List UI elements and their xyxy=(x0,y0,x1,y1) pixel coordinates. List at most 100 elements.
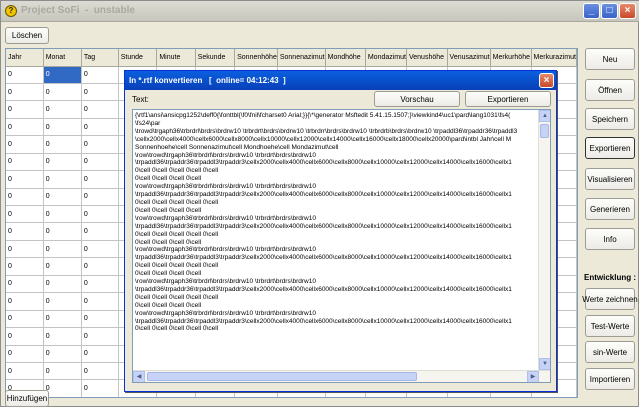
grid-cell[interactable]: 0 xyxy=(6,153,44,172)
grid-cell[interactable]: 0 xyxy=(6,275,44,294)
dialog-exportieren-button[interactable]: Exportieren xyxy=(465,91,551,107)
column-header[interactable]: Mondhöhe xyxy=(325,49,366,67)
grid-cell[interactable]: 0 xyxy=(43,135,82,154)
grid-cell[interactable]: 0 xyxy=(43,188,82,207)
window-title: Project SoFi - unstable xyxy=(21,5,135,16)
column-header[interactable]: Merkurazimut xyxy=(531,49,577,67)
column-header[interactable]: Sonnenhöhe xyxy=(234,49,278,67)
entwicklung-label: Entwicklung : xyxy=(584,273,636,282)
grid-cell[interactable]: 0 xyxy=(6,257,44,276)
grid-cell[interactable]: 0 xyxy=(6,292,44,311)
grid-cell[interactable]: 0 xyxy=(81,222,119,241)
grid-cell[interactable]: 0 xyxy=(6,345,44,363)
grid-cell[interactable]: 0 xyxy=(81,188,119,207)
grid-cell[interactable]: 0 xyxy=(6,310,44,329)
grid-cell[interactable]: 0 xyxy=(81,345,119,363)
generieren-button[interactable]: Generieren xyxy=(585,198,635,220)
scroll-left-icon[interactable]: ◀ xyxy=(133,371,145,382)
grid-cell[interactable]: 0 xyxy=(81,310,119,329)
grid-cell[interactable]: 0 xyxy=(43,100,82,119)
grid-cell[interactable]: 0 xyxy=(81,170,119,189)
grid-cell[interactable]: 0 xyxy=(43,362,82,381)
column-header[interactable]: Stunde xyxy=(118,49,158,67)
horizontal-scroll-thumb[interactable] xyxy=(147,372,417,381)
grid-cell[interactable]: 0 xyxy=(43,275,82,294)
grid-cell[interactable]: 0 xyxy=(81,153,119,172)
grid-cell[interactable]: 0 xyxy=(6,66,44,84)
grid-cell[interactable]: 0 xyxy=(6,170,44,189)
werte-zeichnen-button[interactable]: Werte zeichnen xyxy=(582,288,638,310)
grid-cell[interactable]: 0 xyxy=(43,66,82,84)
loeschen-button[interactable]: Löschen xyxy=(5,27,49,44)
column-header[interactable]: Merkurhöhe xyxy=(490,49,532,67)
scroll-down-icon[interactable]: ▼ xyxy=(539,358,550,370)
info-button[interactable]: Info xyxy=(585,228,635,250)
grid-cell[interactable]: 0 xyxy=(43,257,82,276)
grid-cell[interactable]: 0 xyxy=(81,83,119,102)
minimize-icon[interactable]: _ xyxy=(583,3,600,19)
scroll-right-icon[interactable]: ▶ xyxy=(527,371,539,382)
vertical-scroll-thumb[interactable] xyxy=(540,124,549,138)
grid-cell[interactable]: 0 xyxy=(43,310,82,329)
test-werte-button[interactable]: Test-Werte xyxy=(585,315,635,337)
grid-cell[interactable]: 0 xyxy=(43,240,82,259)
grid-cell[interactable]: 0 xyxy=(43,222,82,241)
grid-cell[interactable]: 0 xyxy=(6,135,44,154)
grid-cell[interactable]: 0 xyxy=(81,379,119,397)
column-header[interactable]: Minute xyxy=(156,49,196,67)
grid-cell[interactable]: 0 xyxy=(6,240,44,259)
grid-cell[interactable]: 0 xyxy=(43,292,82,311)
maximize-icon[interactable]: □ xyxy=(601,3,618,19)
rtf-textarea[interactable]: {\rtf1\ansi\ansicpg1252\deff0{\fonttbl{\… xyxy=(132,109,551,383)
grid-cell[interactable]: 0 xyxy=(81,240,119,259)
importieren-button[interactable]: Importieren xyxy=(585,368,635,390)
grid-cell[interactable]: 0 xyxy=(6,118,44,137)
column-header[interactable]: Jahr xyxy=(6,49,44,67)
scroll-up-icon[interactable]: ▲ xyxy=(539,110,550,122)
grid-cell[interactable]: 0 xyxy=(81,100,119,119)
grid-cell[interactable]: 0 xyxy=(6,327,44,346)
column-header[interactable]: Mondazimut xyxy=(365,49,407,67)
grid-cell[interactable]: 0 xyxy=(81,135,119,154)
grid-cell[interactable]: 0 xyxy=(81,205,119,224)
sin-werte-button[interactable]: sin-Werte xyxy=(585,341,635,363)
rtf-content: {\rtf1\ansi\ansicpg1252\deff0{\fonttbl{\… xyxy=(135,112,518,333)
vertical-scrollbar[interactable]: ▲ ▼ xyxy=(538,110,550,370)
visualisieren-button[interactable]: Visualisieren xyxy=(585,168,635,190)
grid-cell[interactable]: 0 xyxy=(6,83,44,102)
grid-cell[interactable]: 0 xyxy=(6,188,44,207)
grid-cell[interactable]: 0 xyxy=(6,362,44,381)
grid-cell[interactable]: 0 xyxy=(43,118,82,137)
grid-cell[interactable]: 0 xyxy=(81,275,119,294)
grid-cell[interactable]: 0 xyxy=(43,83,82,102)
horizontal-scrollbar[interactable]: ◀ ▶ xyxy=(133,370,550,382)
grid-cell[interactable]: 0 xyxy=(6,222,44,241)
dialog-close-icon[interactable]: × xyxy=(539,73,554,88)
exportieren-button[interactable]: Exportieren xyxy=(585,137,635,159)
grid-cell[interactable]: 0 xyxy=(43,205,82,224)
close-icon[interactable]: × xyxy=(619,3,636,19)
column-header[interactable]: Sonnenazimut xyxy=(277,49,326,67)
grid-cell[interactable]: 0 xyxy=(81,362,119,381)
grid-cell[interactable]: 0 xyxy=(81,327,119,346)
column-header[interactable]: Venushöhe xyxy=(406,49,448,67)
vorschau-button[interactable]: Vorschau xyxy=(374,91,460,107)
grid-cell[interactable]: 0 xyxy=(81,118,119,137)
grid-cell[interactable]: 0 xyxy=(81,66,119,84)
grid-cell[interactable]: 0 xyxy=(81,257,119,276)
neu-button[interactable]: Neu xyxy=(585,48,635,70)
grid-cell[interactable]: 0 xyxy=(43,170,82,189)
speichern-button[interactable]: Speichern xyxy=(585,108,635,130)
grid-cell[interactable]: 0 xyxy=(43,327,82,346)
grid-cell[interactable]: 0 xyxy=(43,153,82,172)
grid-cell[interactable]: 0 xyxy=(81,292,119,311)
grid-cell[interactable]: 0 xyxy=(43,345,82,363)
grid-cell[interactable]: 0 xyxy=(6,100,44,119)
hinzufuegen-button[interactable]: Hinzufügen xyxy=(5,390,49,407)
column-header[interactable]: Venusazimut xyxy=(447,49,491,67)
column-header[interactable]: Monat xyxy=(43,49,82,67)
grid-cell[interactable]: 0 xyxy=(6,205,44,224)
column-header[interactable]: Tag xyxy=(81,49,119,67)
column-header[interactable]: Sekunde xyxy=(195,49,236,67)
oeffnen-button[interactable]: Öffnen xyxy=(585,79,635,101)
